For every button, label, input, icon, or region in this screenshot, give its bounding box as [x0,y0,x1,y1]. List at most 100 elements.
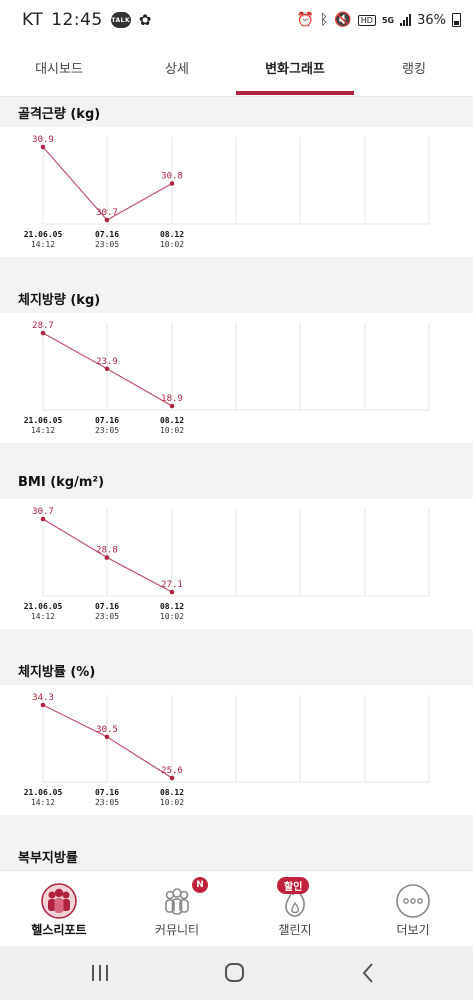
hd-icon: HD [357,14,376,26]
data-point [40,144,46,150]
clock: 12:45 [51,10,103,30]
network-type: 5G [381,15,395,25]
x-tick-time: 14:12 [31,240,55,249]
people-icon [41,883,77,919]
data-point [169,403,175,409]
chart-title: 체지방률 (%) [18,665,96,680]
x-tick-time: 23:05 [95,240,119,249]
x-tick-date: 21.06.05 [24,788,63,797]
data-point [40,330,46,336]
community-icon [165,888,189,915]
data-point [40,702,46,708]
data-point [104,217,110,223]
line-chart-skeletal-muscle: 30.9 30.7 30.8 21.06.0514:12 07.1623:05 08.12… [24,135,430,249]
x-tick-date: 07.16 [95,416,119,425]
chart-card-bmi: BMI (kg/m²) 30.7 28.8 27.1 21.06.05 14:12 07.… [0,469,473,629]
chart-card-abdominal-fat: 복부지방률 [0,841,473,870]
data-label: 23.9 [96,357,118,367]
line-chart-bmi: 30.7 28.8 27.1 21.06.0514:12 07.1623:05 08.12… [24,507,430,621]
data-label: 30.8 [161,172,183,182]
data-label: 30.5 [96,725,118,735]
tab-ranking[interactable]: 랭킹 [402,58,426,77]
bottom-nav: 헬스리포트 N 커뮤니티 할인 챌린지 더보기 [0,870,473,947]
x-tick-date: 08.12 [160,788,184,797]
data-label: 18.9 [161,394,183,404]
x-tick-time: 10:02 [160,240,184,249]
nav-community[interactable]: N 커뮤니티 [118,871,236,947]
sale-badge: 할인 [277,877,310,894]
x-tick-date: 21.06.05 [24,230,63,239]
x-tick-date: 08.12 [160,416,184,425]
back-icon [362,963,373,983]
alarm-icon: ⏰ [296,12,314,28]
more-icon [396,884,430,918]
x-tick-date: 21.06.05 [24,602,63,611]
data-point [104,555,110,560]
x-tick-time: 23:05 [95,798,119,807]
active-tab-indicator [236,91,354,95]
recent-apps-icon [92,965,108,981]
data-point [169,181,175,186]
signal-icon [400,14,412,26]
android-nav-bar [0,946,473,1000]
x-tick-time: 10:02 [160,798,184,807]
data-point [40,516,46,522]
x-tick-date: 08.12 [160,602,184,611]
nav-health-report[interactable]: 헬스리포트 [0,871,118,947]
x-tick-time: 14:12 [31,798,55,807]
x-tick-time: 10:02 [160,426,184,435]
x-tick-date: 07.16 [95,788,119,797]
chart-card-header: 체지방률 (%) [0,655,473,685]
nav-challenge[interactable]: 할인 챌린지 [236,871,354,947]
data-label: 28.7 [32,321,54,331]
x-tick-time: 14:12 [31,426,55,435]
chart-card-header: BMI (kg/m²) [0,469,473,499]
chart-title: BMI (kg/m²) [18,475,105,490]
data-point [104,366,110,372]
recent-apps-button[interactable] [80,958,120,988]
x-tick-time: 23:05 [95,426,119,435]
nav-label: 챌린지 [278,923,312,937]
tab-change-graph[interactable]: 변화그래프 [265,58,325,77]
chart-title: 골격근량 (kg) [18,107,101,122]
x-tick-time: 23:05 [95,612,119,621]
chart-card-header: 복부지방률 [0,841,473,870]
nav-more[interactable]: 더보기 [354,871,472,947]
nav-label: 커뮤니티 [154,923,200,937]
data-label: 34.3 [32,693,54,703]
tab-dashboard[interactable]: 대시보드 [35,58,83,77]
x-tick-date: 07.16 [95,230,119,239]
carrier-label: KT [22,10,44,30]
line-chart-body-fat-mass: 28.7 23.9 18.9 21.06.0514:12 07.1623:05 08.12… [24,321,430,435]
data-label: 30.7 [32,507,54,517]
nav-label: 더보기 [396,923,430,937]
new-badge: N [192,877,208,893]
x-tick-date: 08.12 [160,230,184,239]
data-point [104,734,110,740]
data-label: 30.9 [32,135,54,145]
top-tab-bar: 대시보드 상세 변화그래프 랭킹 [0,44,473,97]
home-icon [225,963,244,982]
status-bar: KT 12:45 TALK ✿ ⏰ ᛒ 🔇 HD 5G 36% [0,0,473,44]
data-label: 25.6 [161,766,183,776]
fan-icon: ✿ [138,11,152,29]
battery-level: 36% [417,12,446,28]
data-point [169,775,175,781]
x-tick-time: 14:12 [31,612,55,621]
data-point [169,589,175,595]
home-button[interactable] [215,958,255,988]
kakaotalk-icon: TALK [110,12,131,28]
data-label: 28.8 [96,546,118,556]
x-tick-time: 10:02 [160,612,184,621]
data-label: 30.7 [96,208,118,218]
chart-title: 복부지방률 [18,851,78,866]
chart-card-body-fat-percent: 체지방률 (%) 34.3 30.5 25.6 21.06.05 14:12 07.16 2… [0,655,473,815]
nav-label: 헬스리포트 [31,923,87,937]
tab-detail[interactable]: 상세 [165,58,189,77]
back-button[interactable] [350,958,390,988]
battery-icon [452,13,461,27]
data-label: 27.1 [161,580,183,590]
bluetooth-icon: ᛒ [319,12,329,28]
mute-icon: 🔇 [334,12,352,28]
chart-title: 체지방량 (kg) [18,293,101,308]
